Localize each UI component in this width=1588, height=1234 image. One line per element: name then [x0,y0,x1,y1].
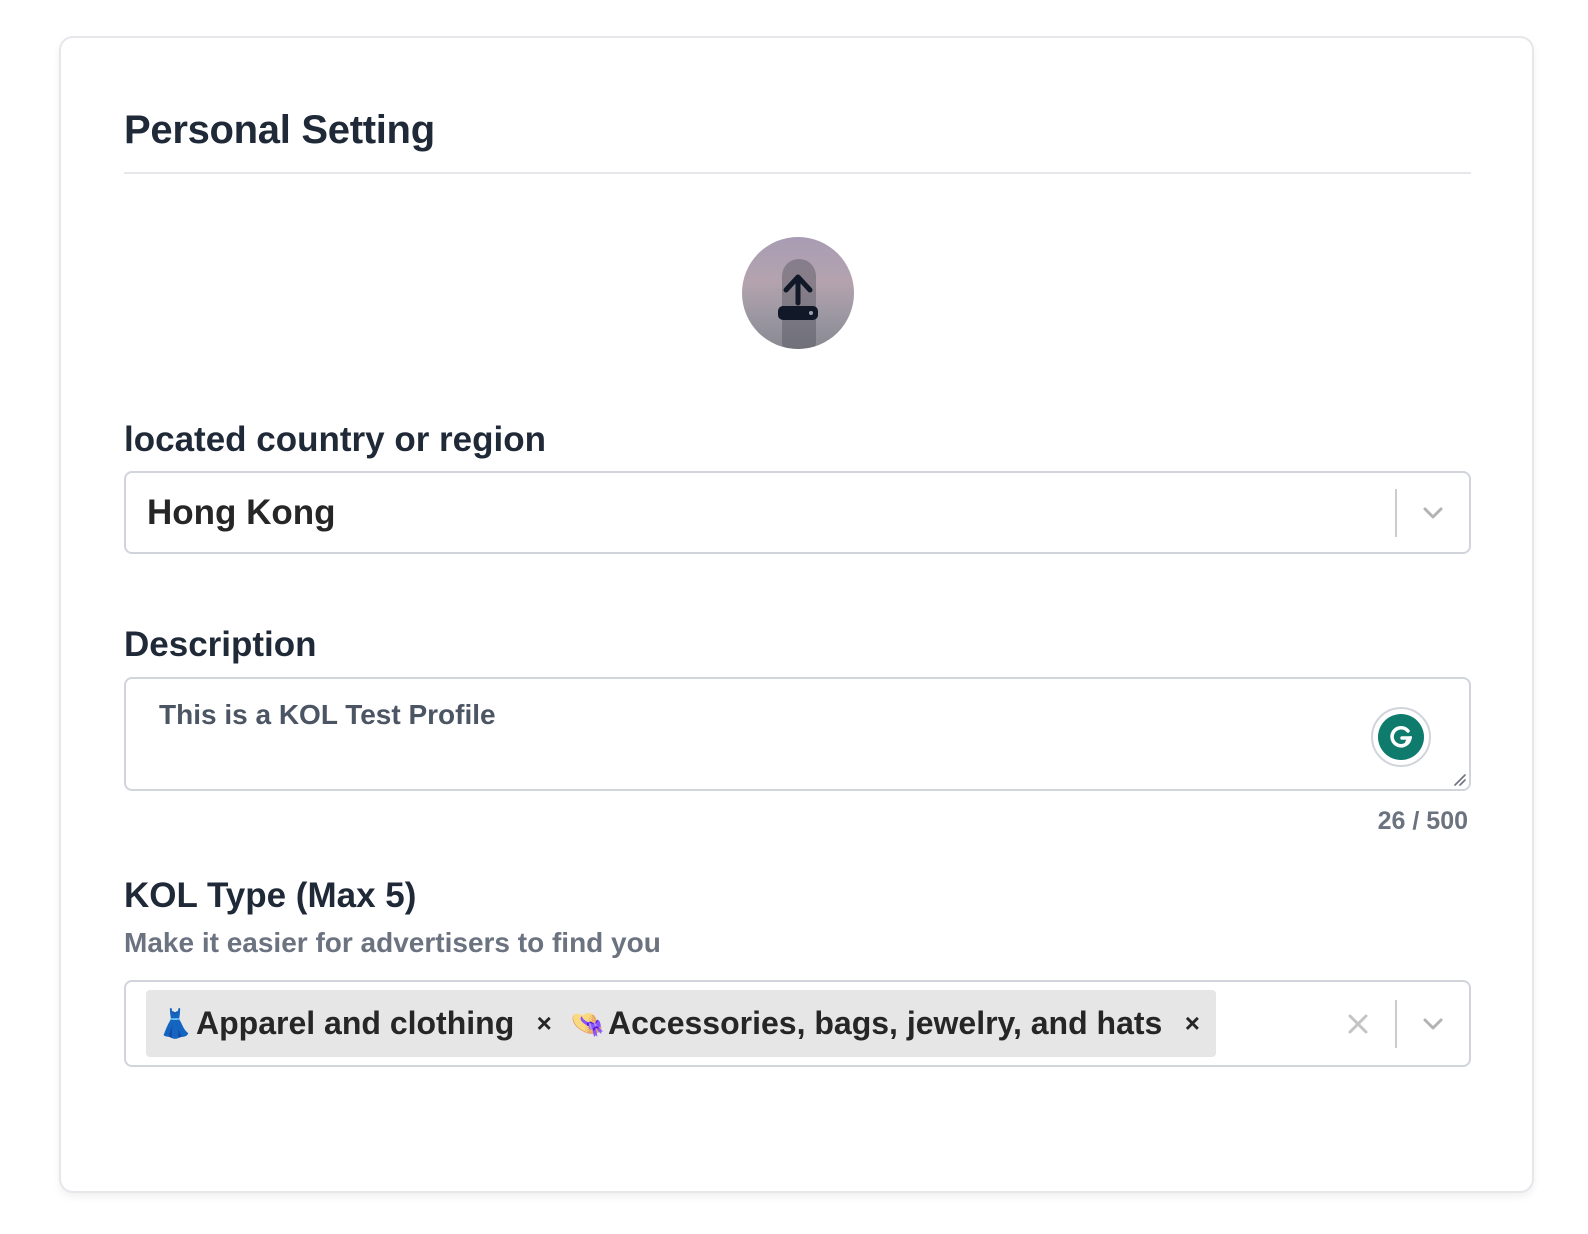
location-label: located country or region [124,420,546,459]
chip-label: Apparel and clothing [196,1005,515,1041]
chip-label: Accessories, bags, jewelry, and hats [608,1005,1163,1041]
select-separator [1395,488,1397,537]
chevron-down-icon[interactable] [1417,1008,1449,1040]
personal-setting-card: Personal Setting located country or regi… [59,36,1534,1193]
kol-type-chip: 👗 Apparel and clothing × [146,990,569,1057]
location-select-value: Hong Kong [147,492,336,532]
avatar-upload[interactable] [742,237,854,349]
kol-type-multiselect[interactable]: 👗 Apparel and clothing × 👒 Accessories, … [124,980,1471,1067]
title-divider [124,172,1471,174]
location-select[interactable]: Hong Kong [124,471,1471,554]
kol-type-label: KOL Type (Max 5) [124,876,417,915]
grammarly-button[interactable] [1371,707,1431,767]
kol-type-hint: Make it easier for advertisers to find y… [124,927,661,958]
description-text: This is a KOL Test Profile [159,699,496,730]
chevron-down-icon[interactable] [1417,497,1449,529]
description-textarea[interactable]: This is a KOL Test Profile [124,677,1471,791]
select-separator [1395,999,1397,1048]
upload-icon [778,274,818,320]
character-counter: 26 / 500 [1377,807,1468,835]
resize-handle-icon[interactable] [1451,771,1467,787]
remove-chip-button[interactable]: × [1180,1008,1204,1039]
hat-icon: 👒 [570,1008,605,1039]
clear-all-icon[interactable] [1344,1010,1372,1038]
description-label: Description [124,625,317,664]
dress-icon: 👗 [158,1008,193,1039]
page-title: Personal Setting [124,108,435,152]
kol-type-chip: 👒 Accessories, bags, jewelry, and hats × [558,990,1217,1057]
grammarly-icon [1378,714,1424,760]
remove-chip-button[interactable]: × [532,1008,556,1039]
